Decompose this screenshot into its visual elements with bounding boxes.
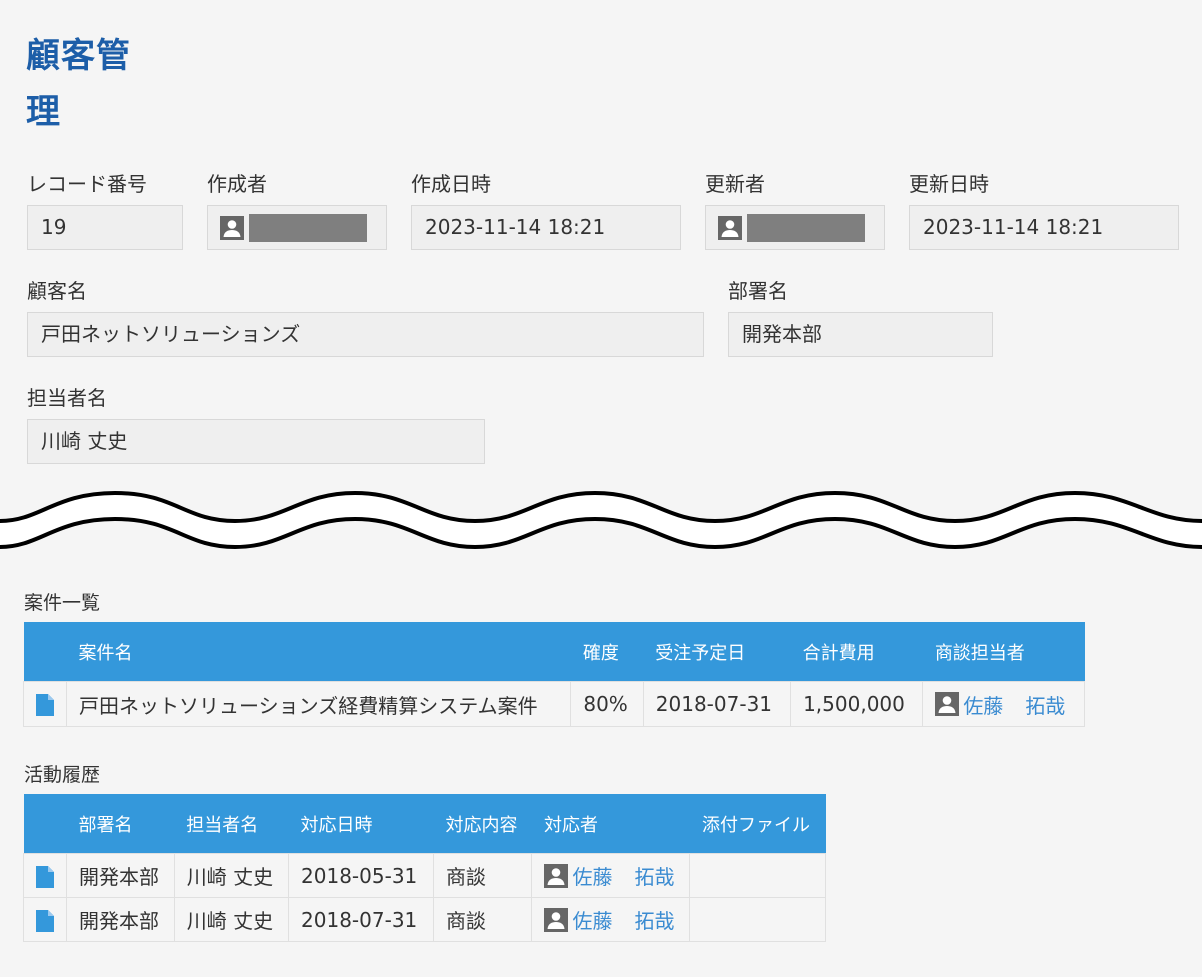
activities-header-date[interactable]: 対応日時 xyxy=(288,794,434,854)
department-label: 部署名 xyxy=(728,279,788,303)
activity-handler-link[interactable]: 佐藤 拓哉 xyxy=(572,905,674,934)
table-row: 開発本部 川崎 丈史 2018-07-31 商談 佐藤 拓哉 xyxy=(23,897,826,942)
activity-date: 2018-07-31 xyxy=(288,897,434,942)
deals-header-icon-col xyxy=(23,622,67,682)
customer-name-field: 戸田ネットソリューションズ xyxy=(27,312,704,357)
deal-date: 2018-07-31 xyxy=(642,681,792,727)
open-record-link[interactable] xyxy=(23,897,67,942)
creator-field xyxy=(207,205,387,250)
activity-attachment xyxy=(689,897,826,942)
deals-header-total[interactable]: 合計費用 xyxy=(790,622,923,682)
deal-owner: 佐藤 拓哉 xyxy=(922,681,1085,727)
deals-section-label: 案件一覧 xyxy=(24,592,101,614)
activities-header-department[interactable]: 部署名 xyxy=(66,794,175,854)
updated-at-label: 更新日時 xyxy=(909,172,989,196)
record-number-label: レコード番号 xyxy=(27,172,147,196)
department-field: 開発本部 xyxy=(728,312,993,357)
activity-handler: 佐藤 拓哉 xyxy=(531,853,691,898)
created-at-label: 作成日時 xyxy=(411,172,491,196)
activity-person: 川崎 丈史 xyxy=(173,897,290,942)
activity-attachment xyxy=(689,853,826,898)
activity-person: 川崎 丈史 xyxy=(173,853,290,898)
updater-label: 更新者 xyxy=(705,172,765,196)
activities-header-content[interactable]: 対応内容 xyxy=(433,794,532,854)
open-record-link[interactable] xyxy=(23,853,67,898)
creator-label: 作成者 xyxy=(207,172,267,196)
document-icon xyxy=(36,909,54,932)
activities-header-icon-col xyxy=(23,794,67,854)
customer-name-label: 顧客名 xyxy=(27,279,87,303)
user-icon xyxy=(544,863,569,888)
open-record-link[interactable] xyxy=(23,681,67,727)
deals-header-owner[interactable]: 商談担当者 xyxy=(922,622,1085,682)
document-icon xyxy=(36,865,54,888)
redacted-user-name xyxy=(249,213,367,242)
activity-handler-link[interactable]: 佐藤 拓哉 xyxy=(572,861,674,890)
activity-department: 開発本部 xyxy=(66,897,175,942)
table-row: 開発本部 川崎 丈史 2018-05-31 商談 佐藤 拓哉 xyxy=(23,853,826,898)
record-number-field: 19 xyxy=(27,205,183,250)
deals-header-probability[interactable]: 確度 xyxy=(570,622,644,682)
activities-section-label: 活動履歴 xyxy=(24,764,101,786)
document-icon xyxy=(36,694,54,717)
updater-field xyxy=(705,205,885,250)
redacted-user-name xyxy=(747,213,865,242)
activity-content: 商談 xyxy=(432,897,533,942)
deals-header-name[interactable]: 案件名 xyxy=(66,622,571,682)
activities-table: 部署名 担当者名 対応日時 対応内容 対応者 添付ファイル 開発本部 川崎 丈史… xyxy=(23,794,826,942)
activity-handler: 佐藤 拓哉 xyxy=(531,897,691,942)
activities-header-row: 部署名 担当者名 対応日時 対応内容 対応者 添付ファイル xyxy=(23,794,826,854)
activities-header-handler[interactable]: 対応者 xyxy=(531,794,690,854)
user-icon xyxy=(544,907,569,932)
created-at-field: 2023-11-14 18:21 xyxy=(411,205,681,250)
user-icon xyxy=(718,215,742,240)
deal-probability: 80% xyxy=(570,681,644,727)
updated-at-field: 2023-11-14 18:21 xyxy=(909,205,1179,250)
activities-header-person[interactable]: 担当者名 xyxy=(174,794,289,854)
activity-content: 商談 xyxy=(432,853,533,898)
deals-header-date[interactable]: 受注予定日 xyxy=(643,622,791,682)
activities-header-attachment[interactable]: 添付ファイル xyxy=(689,794,826,854)
deal-total: 1,500,000 xyxy=(790,681,924,727)
user-icon xyxy=(220,215,244,240)
contact-person-label: 担当者名 xyxy=(27,386,107,410)
activity-date: 2018-05-31 xyxy=(288,853,434,898)
deals-header-row: 案件名 確度 受注予定日 合計費用 商談担当者 xyxy=(23,622,1085,682)
page-title: 顧客管理 xyxy=(26,36,131,132)
table-row: 戸田ネットソリューションズ経費精算システム案件 80% 2018-07-31 1… xyxy=(23,681,1085,727)
user-icon xyxy=(935,692,960,716)
deal-name: 戸田ネットソリューションズ経費精算システム案件 xyxy=(65,681,572,727)
contact-person-field: 川崎 丈史 xyxy=(27,419,485,464)
deal-owner-link[interactable]: 佐藤 拓哉 xyxy=(963,690,1065,719)
activity-department: 開発本部 xyxy=(66,853,175,898)
deals-table: 案件名 確度 受注予定日 合計費用 商談担当者 戸田ネットソリューションズ経費精… xyxy=(23,622,1085,727)
wave-divider xyxy=(0,490,1202,550)
